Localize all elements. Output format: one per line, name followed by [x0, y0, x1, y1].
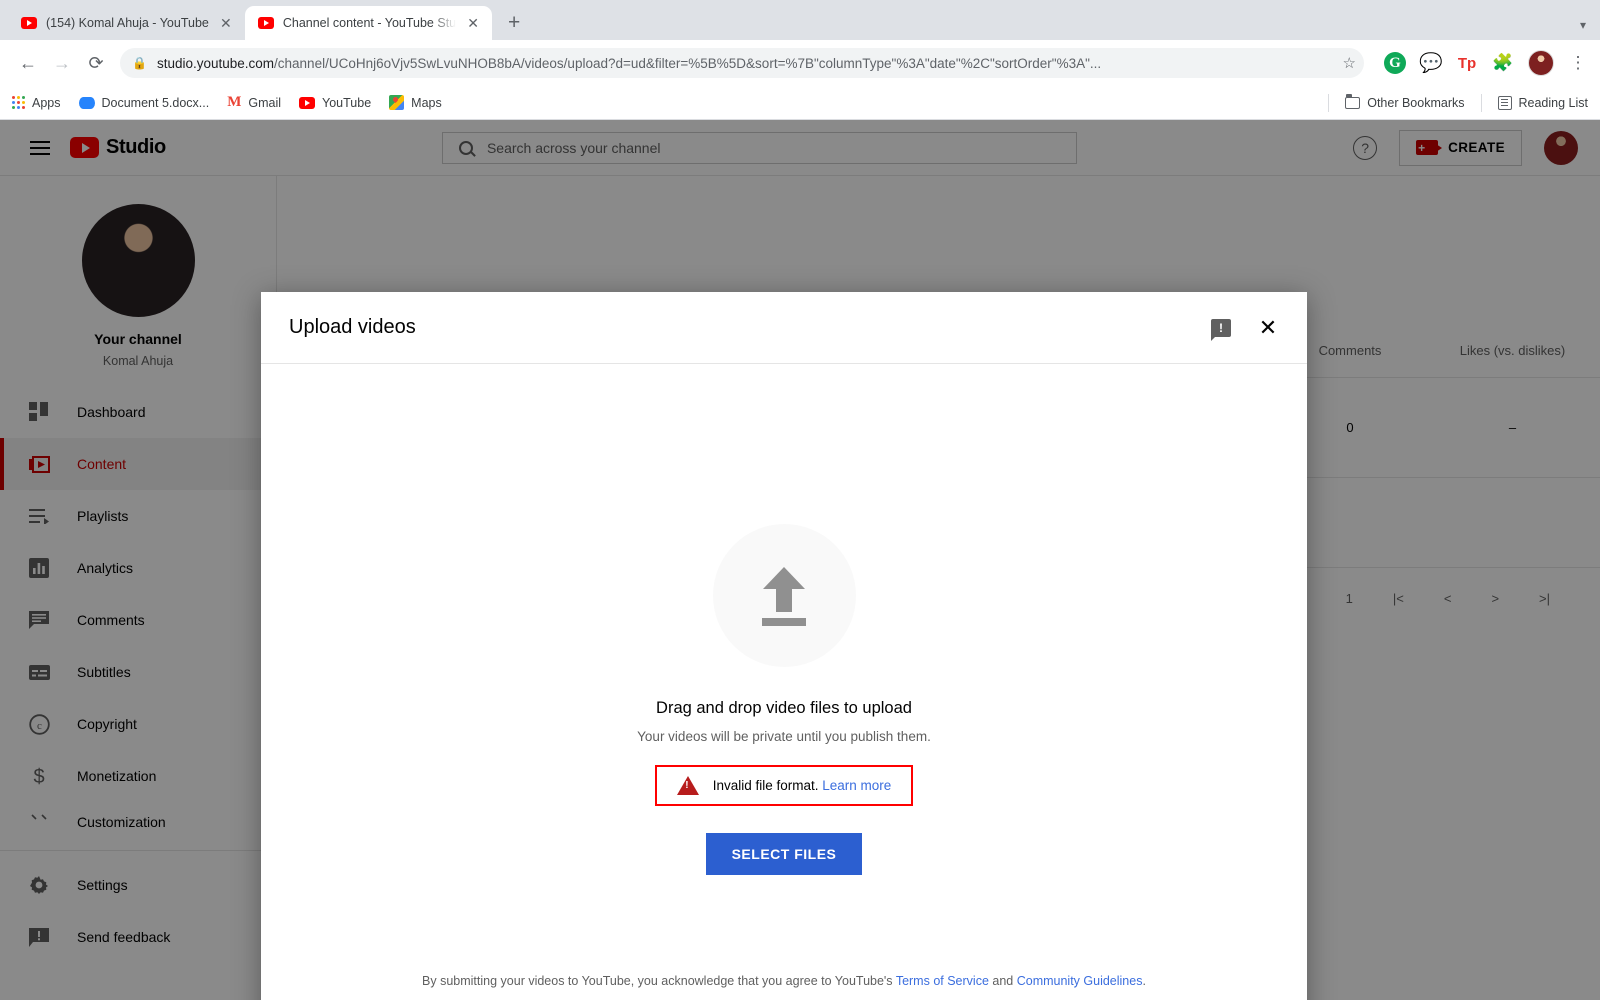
footer-line-1: By submitting your videos to YouTube, yo… — [289, 969, 1279, 993]
other-bookmarks-button[interactable]: Other Bookmarks — [1345, 94, 1465, 110]
profile-avatar-icon[interactable] — [1528, 50, 1554, 76]
bookmark-maps[interactable]: Maps — [389, 95, 442, 110]
error-text: Invalid file format. — [712, 778, 819, 793]
chevron-down-icon[interactable]: ▾ — [1580, 18, 1586, 32]
terms-of-service-link[interactable]: Terms of Service — [896, 974, 989, 988]
grammarly-icon[interactable]: G — [1384, 52, 1406, 74]
warning-triangle-icon — [676, 776, 699, 795]
extension-icons: G 💬 Tp 🧩 ⋮ — [1376, 50, 1588, 76]
tp-icon[interactable]: Tp — [1456, 52, 1478, 74]
bookmark-label: Apps — [32, 95, 61, 110]
maps-icon — [389, 95, 405, 110]
browser-tab-1[interactable]: Channel content - YouTube Stu ✕ — [244, 6, 493, 40]
bookmark-gmail[interactable]: M Gmail — [227, 94, 281, 111]
docs-icon — [78, 96, 95, 109]
bookmark-label: Other Bookmarks — [1367, 95, 1465, 110]
gmail-icon: M — [227, 94, 242, 110]
youtube-favicon-icon — [21, 17, 37, 29]
bookmarks-bar-right: Other Bookmarks Reading List — [1328, 93, 1589, 112]
dropzone-subtitle: Your videos will be private until you pu… — [637, 729, 931, 744]
reload-button[interactable]: ⟳ — [80, 47, 112, 79]
address-bar[interactable]: 🔒 studio.youtube.com/channel/UCoHnj6oVjv… — [120, 48, 1364, 78]
youtube-icon — [299, 96, 316, 109]
bookmark-label: Gmail — [248, 95, 282, 110]
reading-list-button[interactable]: Reading List — [1497, 95, 1589, 110]
tab-strip: (154) Komal Ahuja - YouTube ✕ Channel co… — [0, 0, 1600, 40]
tab-title: Channel content - YouTube Stu — [282, 16, 457, 30]
tab-close-icon[interactable]: ✕ — [465, 15, 481, 32]
error-message: Invalid file format. Learn more — [713, 778, 892, 793]
url-path: /channel/UCoHnj6oVjv5SwLvuNHOB8bA/videos… — [274, 55, 1102, 71]
forward-button[interactable]: → — [46, 47, 78, 79]
feedback-icon[interactable] — [1211, 318, 1231, 341]
dialog-header-actions: ✕ — [1211, 316, 1279, 341]
bookmarks-bar: Apps Document 5.docx... M Gmail YouTube … — [0, 86, 1600, 120]
bookmark-label: Maps — [411, 95, 442, 110]
bookmark-document[interactable]: Document 5.docx... — [78, 95, 210, 110]
puzzle-icon[interactable]: 🧩 — [1492, 52, 1514, 74]
bookmark-label: Document 5.docx... — [101, 95, 210, 110]
community-guidelines-link[interactable]: Community Guidelines — [1017, 974, 1143, 988]
footer-line-2: Please be sure not to violate others' co… — [289, 994, 1279, 1000]
error-banner: Invalid file format. Learn more — [654, 765, 914, 806]
apps-grid-icon — [12, 96, 25, 109]
reading-list-icon — [1497, 95, 1512, 110]
close-icon[interactable]: ✕ — [1257, 316, 1279, 339]
studio-page: Studio Search across your channel ? CREA… — [0, 120, 1600, 1000]
divider — [1480, 93, 1482, 112]
dropzone-title: Drag and drop video files to upload — [656, 699, 912, 717]
bookmark-apps[interactable]: Apps — [12, 96, 61, 110]
dialog-title: Upload videos — [289, 316, 416, 338]
footer-text: and — [988, 974, 1017, 989]
upload-dropzone[interactable] — [712, 524, 856, 667]
bookmark-star-icon[interactable]: ☆ — [1343, 54, 1356, 72]
error-learn-more-link[interactable]: Learn more — [822, 778, 891, 793]
upload-arrow-icon — [758, 566, 810, 626]
url-domain: studio.youtube.com — [156, 55, 275, 71]
youtube-favicon-icon — [257, 17, 274, 29]
footer-text: . — [1142, 974, 1146, 989]
footer-text: By submitting your videos to YouTube, yo… — [422, 974, 896, 989]
browser-tab-0[interactable]: (154) Komal Ahuja - YouTube ✕ — [8, 6, 245, 40]
browser-toolbar: ← → ⟳ 🔒 studio.youtube.com/channel/UCoHn… — [0, 40, 1600, 86]
chrome-menu-icon[interactable]: ⋮ — [1568, 53, 1588, 73]
bookmark-youtube[interactable]: YouTube — [299, 96, 371, 110]
bookmark-label: Reading List — [1518, 95, 1589, 110]
folder-icon — [1345, 94, 1361, 109]
lock-icon: 🔒 — [132, 56, 147, 70]
dialog-body: Drag and drop video files to upload Your… — [261, 364, 1307, 969]
divider — [1328, 93, 1330, 112]
chat-icon[interactable]: 💬 — [1419, 52, 1443, 74]
upload-videos-dialog: Upload videos ✕ Drag and drop video file… — [261, 292, 1307, 1000]
url-text: studio.youtube.com/channel/UCoHnj6oVjv5S… — [157, 56, 1101, 71]
browser-window: (154) Komal Ahuja - YouTube ✕ Channel co… — [0, 0, 1600, 1000]
tab-title: (154) Komal Ahuja - YouTube — [46, 16, 209, 30]
dialog-header: Upload videos ✕ — [261, 292, 1307, 364]
bookmark-label: YouTube — [322, 95, 372, 110]
select-files-button[interactable]: SELECT FILES — [705, 833, 863, 875]
new-tab-button[interactable]: + — [500, 9, 528, 37]
tab-close-icon[interactable]: ✕ — [218, 15, 234, 32]
dialog-footer: By submitting your videos to YouTube, yo… — [261, 969, 1307, 1000]
back-button[interactable]: ← — [12, 47, 44, 79]
